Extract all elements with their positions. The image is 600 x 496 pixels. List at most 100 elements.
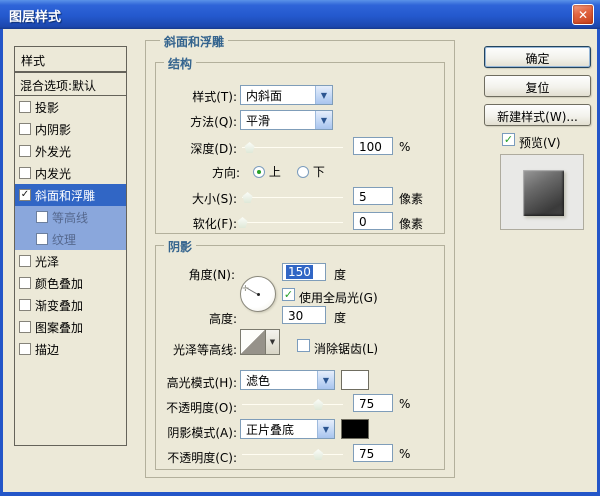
- highlight-opacity-label: 不透明度(O):: [147, 399, 237, 416]
- style-item-checkbox[interactable]: [19, 321, 31, 333]
- style-label: 样式(T):: [147, 88, 237, 105]
- direction-label: 方向:: [212, 164, 240, 181]
- shading-title: 阴影: [164, 238, 196, 255]
- technique-select-value: 平滑: [241, 112, 315, 129]
- slider-track: [242, 404, 343, 405]
- style-item-label: 外发光: [35, 143, 71, 160]
- depth-slider[interactable]: [242, 141, 343, 153]
- altitude-value: 30: [288, 309, 303, 323]
- soften-input[interactable]: 0: [353, 212, 393, 230]
- shadow-mode-label: 阴影模式(A):: [147, 424, 237, 441]
- style-item-label: 内发光: [35, 165, 71, 182]
- style-item-checkbox[interactable]: [36, 211, 48, 223]
- altitude-input[interactable]: 30: [282, 306, 326, 324]
- slider-thumb[interactable]: [313, 449, 324, 460]
- slider-track: [242, 147, 343, 148]
- styles-items-container: 投影 内阴影 外发光 内发光 ✓ 斜面和浮雕 等高线 纹理 光泽 颜色叠加 渐: [15, 96, 126, 360]
- slider-thumb[interactable]: [244, 142, 255, 153]
- highlight-opacity-input[interactable]: 75: [353, 394, 393, 412]
- style-list-item[interactable]: 投影: [15, 96, 126, 118]
- style-list-item[interactable]: 内发光: [15, 162, 126, 184]
- angle-tip-marker: ✛: [242, 284, 249, 293]
- style-item-checkbox[interactable]: [36, 233, 48, 245]
- reset-button-label: 复位: [525, 81, 549, 95]
- style-item-checkbox[interactable]: [19, 101, 31, 113]
- size-unit: 像素: [399, 190, 423, 207]
- ok-button[interactable]: 确定: [484, 46, 591, 68]
- style-item-checkbox[interactable]: [19, 255, 31, 267]
- chevron-down-icon[interactable]: ▼: [315, 111, 332, 129]
- style-list-item[interactable]: 光泽: [15, 250, 126, 272]
- gloss-contour-thumbnail[interactable]: [240, 329, 266, 355]
- highlight-opacity-slider[interactable]: [242, 398, 343, 410]
- style-item-checkbox[interactable]: [19, 343, 31, 355]
- angle-dial[interactable]: ✛: [240, 276, 276, 312]
- gloss-contour-dropdown[interactable]: ▼: [266, 329, 280, 355]
- anti-alias-checkbox[interactable]: [297, 339, 310, 352]
- slider-thumb[interactable]: [313, 399, 324, 410]
- direction-down-label: 下: [313, 165, 325, 179]
- highlight-mode-select[interactable]: 滤色 ▼: [240, 370, 335, 390]
- size-slider[interactable]: [242, 191, 343, 203]
- style-item-label: 内阴影: [35, 121, 71, 138]
- chevron-down-icon[interactable]: ▼: [317, 420, 334, 438]
- style-list-item[interactable]: 内阴影: [15, 118, 126, 140]
- direction-up-radio[interactable]: 上: [253, 163, 281, 180]
- style-list-item[interactable]: 图案叠加: [15, 316, 126, 338]
- style-list-item[interactable]: 描边: [15, 338, 126, 360]
- depth-input[interactable]: 100: [353, 137, 393, 155]
- chevron-down-icon[interactable]: ▼: [317, 371, 334, 389]
- style-list-item[interactable]: 等高线: [15, 206, 126, 228]
- style-list-item[interactable]: ✓ 斜面和浮雕: [15, 184, 126, 206]
- direction-up-label: 上: [269, 165, 281, 179]
- angle-label: 角度(N):: [145, 266, 235, 283]
- altitude-unit: 度: [334, 309, 346, 326]
- blending-options-item[interactable]: 混合选项:默认: [15, 73, 126, 96]
- style-item-checkbox[interactable]: [19, 277, 31, 289]
- style-item-checkbox[interactable]: [19, 145, 31, 157]
- style-list-item[interactable]: 颜色叠加: [15, 272, 126, 294]
- size-input[interactable]: 5: [353, 187, 393, 205]
- style-item-label: 图案叠加: [35, 319, 83, 336]
- soften-slider[interactable]: [242, 216, 343, 228]
- style-item-label: 斜面和浮雕: [35, 187, 95, 204]
- shadow-opacity-input[interactable]: 75: [353, 444, 393, 462]
- style-item-checkbox[interactable]: ✓: [19, 189, 31, 201]
- angle-center-dot: [257, 293, 260, 296]
- structure-title: 结构: [164, 55, 196, 72]
- slider-track: [242, 454, 343, 455]
- preview-checkbox[interactable]: [502, 133, 515, 146]
- style-select[interactable]: 内斜面 ▼: [240, 85, 333, 105]
- reset-button[interactable]: 复位: [484, 75, 591, 97]
- style-item-checkbox[interactable]: [19, 167, 31, 179]
- title-bar[interactable]: 图层样式 ✕: [0, 0, 600, 29]
- shadow-opacity-slider[interactable]: [242, 448, 343, 460]
- style-list-item[interactable]: 纹理: [15, 228, 126, 250]
- highlight-opacity-unit: %: [399, 397, 410, 411]
- direction-down-radio[interactable]: 下: [297, 163, 325, 180]
- highlight-mode-value: 滤色: [241, 372, 317, 389]
- chevron-down-icon[interactable]: ▼: [315, 86, 332, 104]
- shadow-opacity-unit: %: [399, 447, 410, 461]
- technique-select[interactable]: 平滑 ▼: [240, 110, 333, 130]
- radio-icon[interactable]: [297, 166, 309, 178]
- shadow-opacity-label: 不透明度(C):: [147, 449, 237, 466]
- highlight-color-swatch[interactable]: [341, 370, 369, 390]
- shadow-mode-select[interactable]: 正片叠底 ▼: [240, 419, 335, 439]
- new-style-button[interactable]: 新建样式(W)...: [484, 104, 591, 126]
- anti-alias-label: 消除锯齿(L): [314, 340, 378, 357]
- blending-options-label: 混合选项:默认: [20, 79, 96, 93]
- radio-icon[interactable]: [253, 166, 265, 178]
- slider-track: [242, 197, 343, 198]
- layer-style-dialog: 图层样式 ✕ 样式 混合选项:默认 投影 内阴影 外发光 内发光 ✓ 斜面和浮雕: [0, 0, 600, 496]
- close-button[interactable]: ✕: [572, 4, 594, 25]
- highlight-opacity-value: 75: [359, 397, 374, 411]
- style-item-checkbox[interactable]: [19, 299, 31, 311]
- style-list-item[interactable]: 外发光: [15, 140, 126, 162]
- angle-input[interactable]: 150: [282, 263, 326, 281]
- style-list-item[interactable]: 渐变叠加: [15, 294, 126, 316]
- global-light-checkbox[interactable]: [282, 288, 295, 301]
- style-item-checkbox[interactable]: [19, 123, 31, 135]
- shadow-color-swatch[interactable]: [341, 419, 369, 439]
- slider-thumb[interactable]: [242, 192, 253, 203]
